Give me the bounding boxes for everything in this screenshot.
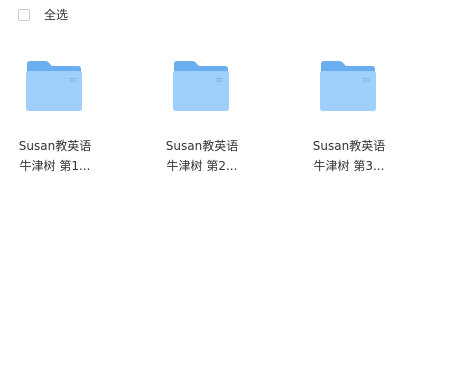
folder-name-line1: Susan教英语: [312, 139, 386, 153]
folder-name[interactable]: Susan教英语 牛津树 第1...: [0, 136, 110, 176]
folder-item[interactable]: Susan教英语 牛津树 第3...: [294, 52, 404, 182]
folder-name-line2: 牛津树 第1...: [19, 159, 91, 173]
folder-name[interactable]: Susan教英语 牛津树 第2...: [147, 136, 257, 176]
toolbar: 全选: [18, 7, 68, 23]
folder-icon: [173, 61, 229, 111]
folder-name[interactable]: Susan教英语 牛津树 第3...: [294, 136, 404, 176]
folder-name-line1: Susan教英语: [165, 139, 239, 153]
folder-icon: [26, 61, 82, 111]
select-all-label[interactable]: 全选: [44, 7, 68, 23]
folder-item[interactable]: Susan教英语 牛津树 第2...: [147, 52, 257, 182]
folder-name-line2: 牛津树 第3...: [313, 159, 385, 173]
folder-item[interactable]: Susan教英语 牛津树 第1...: [0, 52, 110, 182]
folder-name-line1: Susan教英语: [18, 139, 92, 153]
select-all-checkbox[interactable]: [18, 9, 30, 21]
folder-icon: [320, 61, 376, 111]
folder-name-line2: 牛津树 第2...: [166, 159, 238, 173]
folder-grid: Susan教英语 牛津树 第1... Susan教英语 牛津树 第2... Su…: [0, 52, 475, 182]
